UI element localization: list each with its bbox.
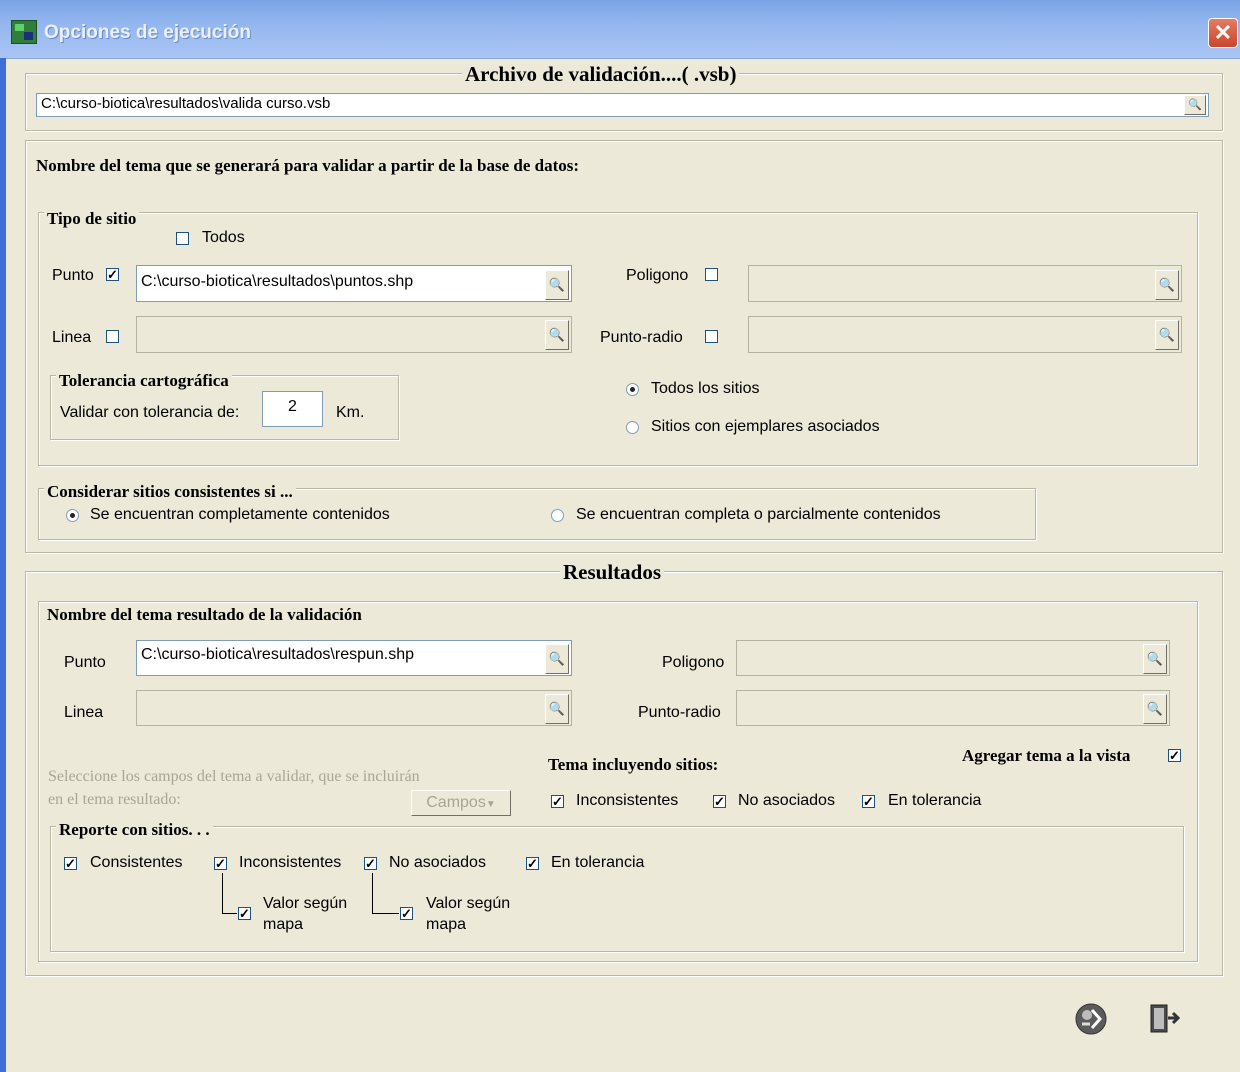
archivo-path-input[interactable]: C:\curso-biotica\resultados\valida curso… (36, 93, 1209, 117)
tema-inconsistentes-label: Inconsistentes (576, 792, 679, 809)
puntoradio-label: Punto-radio (600, 329, 683, 346)
exit-door-icon[interactable] (1146, 1002, 1181, 1036)
tema-inconsistentes-checkbox[interactable]: ✓ (551, 795, 564, 808)
tema-no-asociados-checkbox[interactable]: ✓ (713, 795, 726, 808)
consistentes-legend: Considerar sitios consistentes si ... (44, 482, 296, 502)
reporte-group (50, 826, 1184, 952)
punto-checkbox[interactable]: ✓ (106, 268, 119, 281)
linea-label: Linea (52, 329, 92, 346)
window-border (0, 58, 6, 1072)
window-title: Opciones de ejecución (44, 22, 251, 43)
nombre-tema-heading: Nombre del tema que se generará para val… (36, 156, 580, 175)
completos-radio[interactable] (66, 509, 79, 522)
punto-label: Punto (52, 267, 94, 284)
res-poligono-label: Poligono (662, 654, 725, 671)
tolerancia-label: Validar con tolerancia de: (60, 404, 240, 421)
reporte-legend: Reporte con sitios. . . (56, 820, 213, 840)
resultados-legend: Resultados (560, 560, 665, 585)
close-icon[interactable]: ✕ (1208, 18, 1238, 48)
valor-mapa-2-line2: mapa (426, 916, 467, 933)
ejemplares-radio[interactable] (626, 421, 639, 434)
res-punto-search-icon[interactable]: 🔍 (545, 644, 569, 674)
valor-mapa-2-line1: Valor según (426, 895, 511, 912)
res-linea-label: Linea (64, 704, 104, 721)
tolerancia-legend: Tolerancia cartográfica (56, 371, 232, 391)
poligono-path-input[interactable] (748, 265, 1182, 302)
agregar-label: Agregar tema a la vista (962, 746, 1131, 765)
rep-consistentes-label: Consistentes (90, 854, 183, 871)
rep-en-tolerancia-label: En tolerancia (551, 854, 645, 871)
res-puntoradio-label: Punto-radio (638, 704, 721, 721)
linea-checkbox[interactable] (106, 330, 119, 343)
tree-connector (372, 873, 399, 914)
poligono-checkbox[interactable] (705, 268, 718, 281)
campos-dropdown-button[interactable]: Campos▼ (411, 790, 511, 816)
rep-inconsistentes-checkbox[interactable]: ✓ (214, 857, 227, 870)
punto-search-icon[interactable]: 🔍 (545, 270, 569, 300)
chevron-down-icon: ▼ (485, 799, 496, 810)
tolerancia-input[interactable]: 2 (262, 391, 323, 427)
rep-valor-mapa-1-checkbox[interactable]: ✓ (238, 907, 251, 920)
todos-sitios-label: Todos los sitios (651, 380, 760, 397)
res-poligono-search-icon[interactable]: 🔍 (1143, 644, 1167, 674)
todos-checkbox[interactable] (176, 232, 189, 245)
res-linea-path-input[interactable] (136, 690, 572, 726)
campos-description-1: Seleccione los campos del tema a validar… (48, 768, 420, 785)
rep-inconsistentes-label: Inconsistentes (239, 854, 342, 871)
res-puntoradio-search-icon[interactable]: 🔍 (1143, 694, 1167, 724)
puntoradio-path-input[interactable] (748, 316, 1182, 353)
rep-en-tolerancia-checkbox[interactable]: ✓ (526, 857, 539, 870)
completos-label: Se encuentran completamente contenidos (90, 506, 390, 523)
todos-label: Todos (202, 229, 245, 246)
ejemplares-label: Sitios con ejemplares asociados (651, 418, 880, 435)
puntoradio-checkbox[interactable] (705, 330, 718, 343)
rep-no-asociados-label: No asociados (389, 854, 486, 871)
poligono-search-icon[interactable]: 🔍 (1155, 270, 1179, 300)
rep-no-asociados-checkbox[interactable]: ✓ (364, 857, 377, 870)
tema-no-asociados-label: No asociados (738, 792, 835, 809)
tema-incluyendo-label: Tema incluyendo sitios: (548, 755, 719, 774)
tolerancia-unit: Km. (336, 404, 365, 421)
linea-search-icon[interactable]: 🔍 (545, 320, 569, 350)
poligono-label: Poligono (626, 267, 689, 284)
todos-sitios-radio[interactable] (626, 383, 639, 396)
parcial-radio[interactable] (551, 509, 564, 522)
nombre-resultado-legend: Nombre del tema resultado de la validaci… (44, 605, 365, 625)
punto-path-input[interactable]: C:\curso-biotica\resultados\puntos.shp (136, 265, 572, 302)
run-icon[interactable] (1074, 1002, 1108, 1036)
tema-en-tolerancia-checkbox[interactable]: ✓ (862, 795, 875, 808)
app-icon (11, 20, 37, 44)
res-poligono-path-input[interactable] (736, 640, 1170, 676)
campos-description-2: en el tema resultado: (48, 791, 181, 808)
linea-path-input[interactable] (136, 316, 572, 353)
tema-en-tolerancia-label: En tolerancia (888, 792, 982, 809)
res-punto-path-input[interactable]: C:\curso-biotica\resultados\respun.shp (136, 640, 572, 676)
res-linea-search-icon[interactable]: 🔍 (545, 694, 569, 724)
parcial-label: Se encuentran completa o parcialmente co… (576, 506, 941, 523)
rep-consistentes-checkbox[interactable]: ✓ (64, 857, 77, 870)
res-punto-label: Punto (64, 654, 106, 671)
campos-button-label: Campos (426, 794, 486, 811)
res-puntoradio-path-input[interactable] (736, 690, 1170, 726)
archivo-legend: Archivo de validación....( .vsb) (462, 62, 740, 87)
archivo-search-icon[interactable]: 🔍 (1184, 95, 1206, 115)
puntoradio-search-icon[interactable]: 🔍 (1155, 320, 1179, 350)
valor-mapa-1-line1: Valor según (263, 895, 348, 912)
tree-connector (222, 873, 237, 914)
agregar-checkbox[interactable]: ✓ (1168, 749, 1181, 762)
rep-valor-mapa-2-checkbox[interactable]: ✓ (400, 907, 413, 920)
tipo-sitio-legend: Tipo de sitio (44, 209, 140, 229)
valor-mapa-1-line2: mapa (263, 916, 304, 933)
